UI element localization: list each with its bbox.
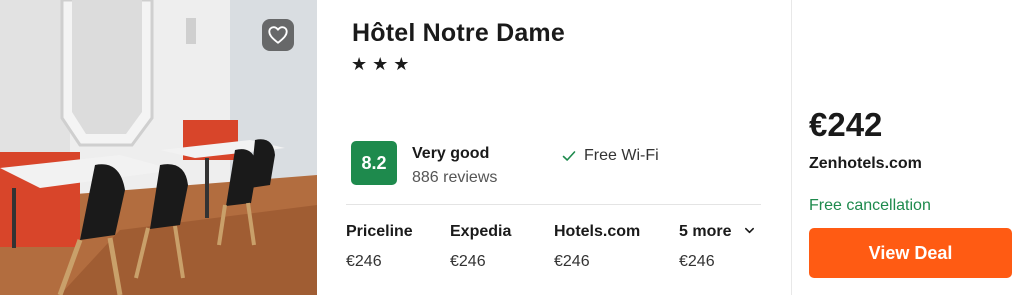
provider-price: €246 [554,253,590,270]
more-providers-dropdown[interactable]: 5 more €246 [679,223,755,271]
chevron-down-icon [744,227,754,234]
free-cancellation-label: Free cancellation [809,197,931,214]
provider-offer-hotels-com[interactable]: Hotels.com €246 [554,223,640,271]
more-providers-label: 5 more [679,223,755,241]
provider-name: Hotels.com [554,223,641,240]
deal-panel: €242 Zenhotels.com Free cancellation Vie… [792,0,1024,295]
more-providers-text: 5 more [679,223,732,240]
provider-name: Expedia [450,223,512,240]
check-icon [562,151,576,161]
provider-price: €246 [346,253,382,270]
view-deal-button[interactable]: View Deal [809,228,1012,278]
review-score-badge: 8.2 [351,141,397,185]
provider-price: €246 [679,253,715,270]
provider-name: Priceline [346,223,413,240]
review-summary: Very good 886 reviews [412,145,497,187]
provider-offer-priceline[interactable]: Priceline €246 [346,223,413,271]
hotel-photo[interactable] [0,0,317,295]
favorite-button[interactable] [262,19,294,51]
deal-price: €242 [809,106,883,143]
hotel-result-card[interactable]: Hôtel Notre Dame ★★★ 8.2 Very good 886 r… [0,0,1024,295]
review-count: 886 reviews [412,169,498,186]
amenity-item: Free Wi-Fi [562,147,659,165]
heart-icon [268,26,288,44]
deal-site: Zenhotels.com [809,155,922,172]
review-rating-label: Very good [412,145,490,162]
hotel-info: Hôtel Notre Dame ★★★ 8.2 Very good 886 r… [317,0,791,295]
divider [346,204,761,205]
hotel-name[interactable]: Hôtel Notre Dame [352,19,565,48]
amenity-label: Free Wi-Fi [584,147,659,164]
provider-price: €246 [450,253,486,270]
provider-offer-expedia[interactable]: Expedia €246 [450,223,511,271]
star-rating: ★★★ [351,54,415,74]
